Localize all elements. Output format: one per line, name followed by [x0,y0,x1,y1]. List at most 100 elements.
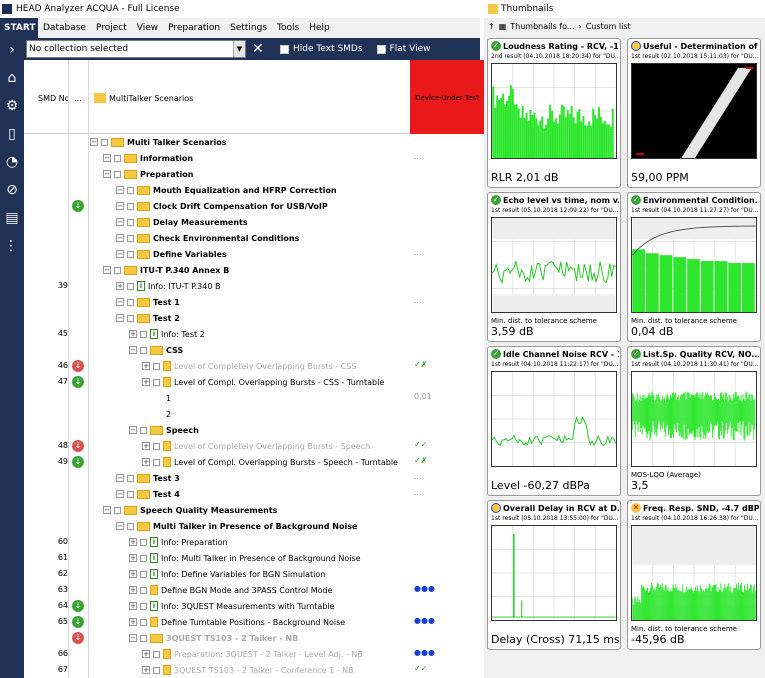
tree-row[interactable]: − CSS [24,342,484,358]
row-checkbox[interactable] [127,218,134,226]
tree-row[interactable]: − Test 2 [24,310,484,326]
tree-row[interactable]: − Multi Talker Scenarios [24,134,484,150]
expander-icon[interactable]: + [142,378,150,386]
tree-row[interactable]: 47 ↓ + Level of Compl. Overlapping Bursts -… [24,374,484,390]
row-checkbox[interactable] [127,282,134,290]
tree-node[interactable]: − Check Environmental Conditions [116,230,299,246]
thumbnail-card[interactable]: ✕Freq. Resp. SND, -4.7 dBPa... 1st result… [627,500,761,650]
row-checkbox[interactable] [153,458,160,466]
expander-icon[interactable]: + [116,282,124,290]
smd-no-header[interactable]: SMD No [38,94,70,103]
row-checkbox[interactable] [153,442,160,450]
expander-icon[interactable]: − [103,266,111,274]
tree-row[interactable]: − Test 1... [24,294,484,310]
row-checkbox[interactable] [153,666,160,674]
thumbnail-card[interactable]: ✓ List.Sp. Quality RCV, NO... 1st result (… [627,346,761,496]
tree-row[interactable]: − Test 4... [24,486,484,502]
tree-node[interactable]: − Multi Talker Scenarios [90,134,227,150]
expander-icon[interactable]: − [129,426,137,434]
tree-node[interactable]: − Clock Drift Compensation for USB/VoIP [116,198,328,214]
tree-node[interactable]: − Multi Talker in Presence of Background … [116,518,357,534]
expander-icon[interactable]: − [116,250,124,258]
row-checkbox[interactable] [127,298,134,306]
tree-row[interactable]: 62 + i Info: Define Variables for BGN Simul… [24,566,484,582]
tree-node[interactable]: − Test 4 [116,486,180,502]
row-checkbox[interactable] [127,522,134,530]
row-checkbox[interactable] [127,202,134,210]
tree-row[interactable]: 39 + i Info: ITU-T P.340 B [24,278,484,294]
menu-preparation[interactable]: Preparation [163,23,225,33]
menu-tools[interactable]: Tools [272,23,304,33]
expander-icon[interactable]: − [116,490,124,498]
tree-node[interactable]: − Speech [129,422,199,438]
tree-node[interactable]: +3QUEST TS103 - 2 Talker - Conference 1 … [142,662,354,678]
tree-row[interactable]: 64 ↓ + i Info: 3QUEST Measurements with Turn… [24,598,484,614]
row-checkbox[interactable] [153,650,160,658]
tree-row[interactable]: − Define Variables... [24,246,484,262]
expander-icon[interactable]: + [142,666,150,674]
expander-icon[interactable]: − [116,298,124,306]
row-checkbox[interactable] [153,362,160,370]
expander-icon[interactable]: − [116,202,124,210]
expander-icon[interactable]: + [142,650,150,658]
expander-icon[interactable]: + [129,330,137,338]
row-checkbox[interactable] [140,602,147,610]
expander-icon[interactable]: + [129,570,137,578]
row-checkbox[interactable] [127,314,134,322]
pie-chart-icon[interactable]: ◔ [4,154,20,170]
tree-node[interactable]: − CSS [129,342,183,358]
tree-row[interactable]: 60 + i Info: Preparation [24,534,484,550]
flat-view-checkbox[interactable]: Flat View [376,44,431,54]
menu-view[interactable]: View [132,23,163,33]
expander-icon[interactable]: − [116,218,124,226]
expander-icon[interactable]: − [116,186,124,194]
home-icon[interactable]: ⌂ [4,70,20,86]
tree-node[interactable]: + Level of Completely Overlapping Bursts … [142,438,370,454]
row-checkbox[interactable] [114,266,121,274]
row-checkbox[interactable] [101,138,108,146]
tree-node[interactable]: − Delay Measurements [116,214,248,230]
row-checkbox[interactable] [127,250,134,258]
expander-icon[interactable]: − [116,522,124,530]
grid-icon[interactable]: ⋮⋮ [4,238,32,254]
tree-node[interactable]: − Mouth Equalization and HFRP Correction [116,182,337,198]
tree-row[interactable]: − ITU-T P.340 Annex B [24,262,484,278]
tree-row[interactable]: − Speech Quality Measurements [24,502,484,518]
expander-icon[interactable]: + [142,458,150,466]
checkbox-box[interactable] [280,44,289,54]
expander-icon[interactable]: − [129,346,137,354]
thumbnails-folder[interactable]: Thumbnails fo... [510,22,574,31]
tree-node[interactable]: + Define BGN Mode and 3PASS Control Mode [129,582,333,598]
tree-row[interactable]: ↓ − 3QUEST TS103 - 2 Talker - NB [24,630,484,646]
row-checkbox[interactable] [127,186,134,194]
tree-row[interactable]: − Mouth Equalization and HFRP Correction [24,182,484,198]
row-checkbox[interactable] [114,170,121,178]
expander-icon[interactable]: + [129,602,137,610]
tree-node[interactable]: 1 [155,390,171,406]
expander-icon[interactable]: − [116,474,124,482]
scenarios-header[interactable]: MultiTalker Scenarios [109,94,193,103]
tree-node[interactable]: − 3QUEST TS103 - 2 Talker - NB [129,630,298,646]
tree-node[interactable]: − Speech Quality Measurements [103,502,277,518]
tree-node[interactable]: − Test 2 [116,310,180,326]
tree-row[interactable]: − Speech [24,422,484,438]
tree-node[interactable]: + i Info: ITU-T P.340 B [116,278,220,294]
thumbnail-card[interactable]: ✓ Environmental Condition... 1st result (0… [627,192,761,342]
chevron-right-icon[interactable]: › [4,42,20,58]
expander-icon[interactable]: + [142,362,150,370]
row-checkbox[interactable] [140,554,147,562]
thumbnail-card[interactable]: ✓ Idle Channel Noise RCV - 1... 1st result… [487,346,621,496]
custom-list[interactable]: Custom list [586,22,631,31]
expander-icon[interactable]: − [116,314,124,322]
tree-row[interactable]: ↓ − Clock Drift Compensation for USB/VoIP [24,198,484,214]
tree-node[interactable]: + Preparation: 3QUEST - 2 Talker - Level … [142,646,363,662]
row-checkbox[interactable] [127,474,134,482]
expander-icon[interactable]: + [142,442,150,450]
row-checkbox[interactable] [140,330,147,338]
device-under-test-header[interactable]: Device-Under Test [410,60,484,134]
menu-settings[interactable]: Settings [225,23,272,33]
up-arrow-icon[interactable]: ↑ [488,22,495,31]
thumbnail-card[interactable]: ✓ Echo level vs time, nom v... 1st result … [487,192,621,342]
close-icon[interactable]: ✕ [252,41,266,57]
tree-node[interactable]: − Test 3 [116,470,180,486]
